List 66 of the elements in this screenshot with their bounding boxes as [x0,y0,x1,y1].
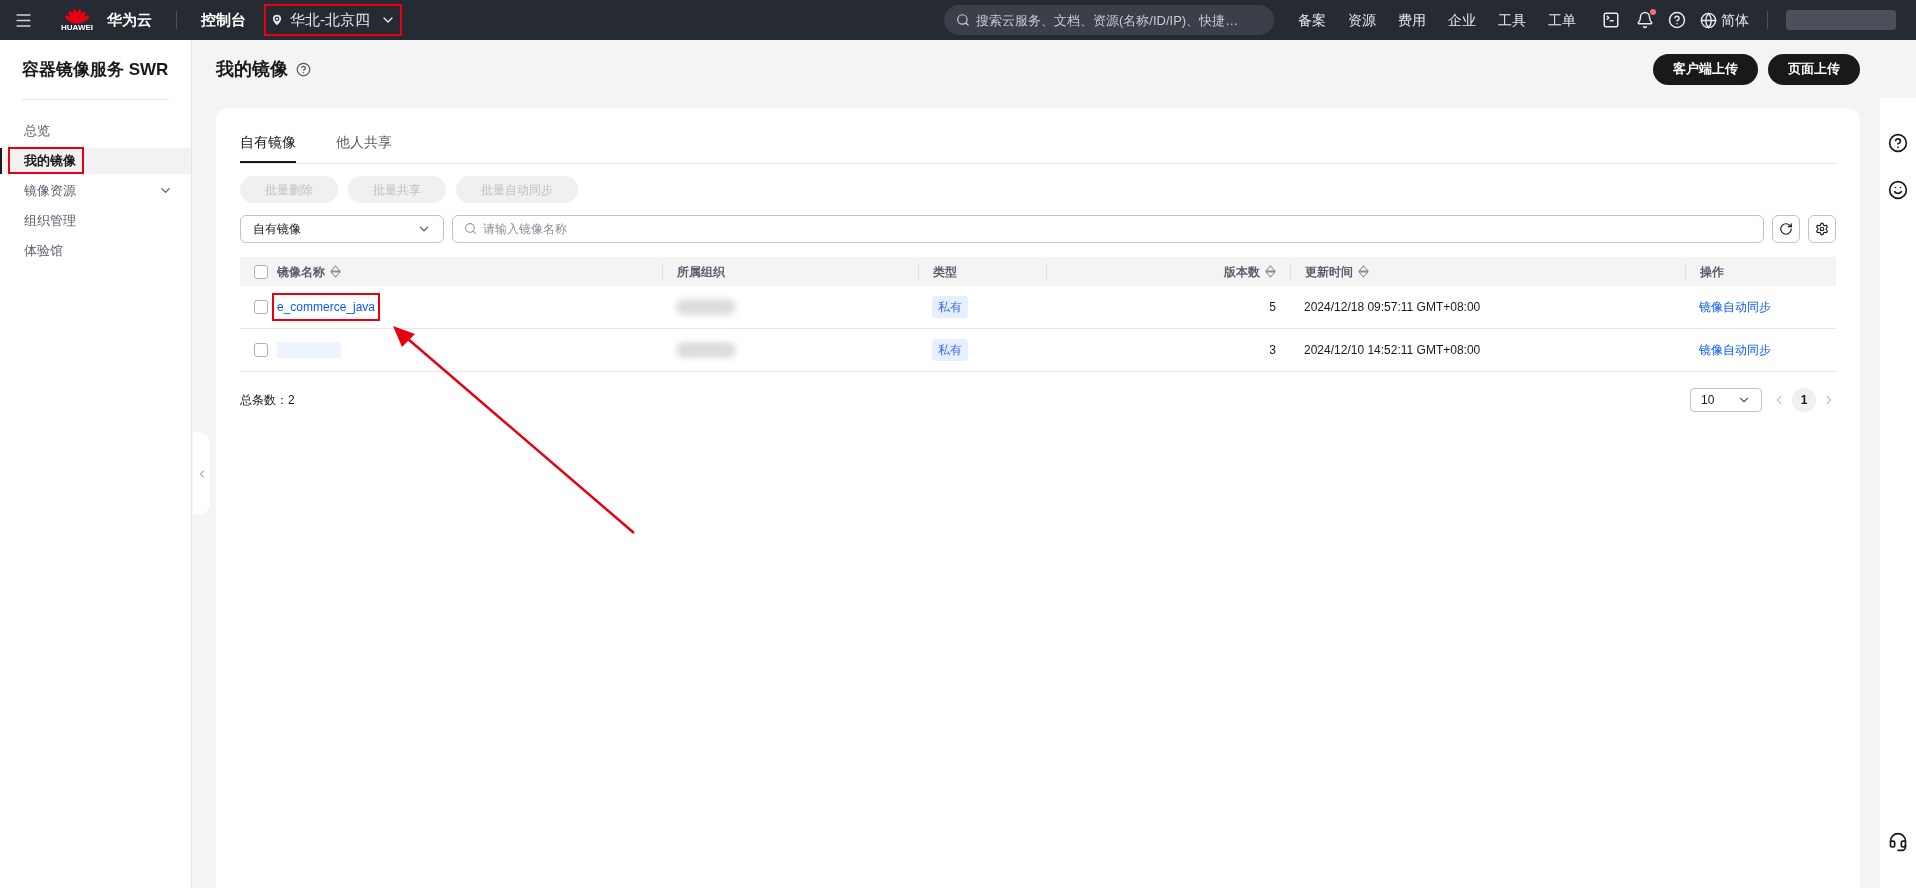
filter-dropdown[interactable]: 自有镜像 [240,215,444,243]
checkbox[interactable] [254,300,268,314]
sidebar-item[interactable]: 镜像资源 [0,177,191,204]
column-header[interactable]: 操作 [1700,262,1724,281]
help-icon[interactable] [1888,133,1908,153]
tab[interactable]: 他人共享 [336,132,392,163]
sidebar-item[interactable]: 我的镜像 [0,147,191,174]
column-header[interactable]: 版本数 [1224,262,1260,281]
region-selector[interactable]: 华北-北京四 [266,6,400,34]
globe-icon[interactable] [1700,11,1717,29]
nav-link[interactable]: 费用 [1398,9,1426,31]
sort-icon[interactable] [1358,265,1369,278]
help-icon[interactable] [296,61,311,77]
sort-icon[interactable] [330,265,341,278]
image-search-field[interactable]: 请输入镜像名称 [452,215,1764,243]
terminal-icon[interactable] [1602,11,1620,29]
brand-name[interactable]: 华为云 [107,8,152,32]
checkbox[interactable] [254,264,268,279]
sidebar-item[interactable]: 总览 [0,117,191,144]
collapse-handle[interactable] [193,432,210,515]
smiley-icon[interactable] [1888,180,1908,200]
settings-icon [1815,222,1829,236]
upload-button[interactable]: 页面上传 [1768,53,1860,85]
auto-sync-link[interactable]: 镜像自动同步 [1699,343,1771,357]
type-tag: 私有 [932,296,968,318]
flower-logo-icon [65,8,89,24]
search-icon [956,13,970,27]
settings-button[interactable] [1808,215,1836,243]
nav-link[interactable]: 企业 [1448,9,1476,31]
bell-icon[interactable] [1636,11,1654,29]
auto-sync-link[interactable]: 镜像自动同步 [1699,300,1771,314]
location-pin-icon [270,13,284,27]
checkbox[interactable] [254,343,268,357]
total-count: 总条数：2 [240,392,295,409]
language-label[interactable]: 简体 [1721,9,1749,31]
sidebar-item[interactable]: 组织管理 [0,207,191,234]
page-number[interactable]: 1 [1792,388,1816,412]
sort-icon[interactable] [1265,265,1276,278]
version-count: 5 [1269,300,1276,314]
sidebar-item[interactable]: 体验馆 [0,237,191,264]
updated-time: 2024/12/10 14:52:11 GMT+08:00 [1304,343,1481,357]
page-size-dropdown[interactable]: 10 [1690,388,1762,412]
column-header[interactable]: 类型 [933,262,957,281]
global-search-field[interactable]: 搜索云服务、文档、资源(名称/ID/IP)、快捷… [944,5,1274,35]
updated-time: 2024/12/18 09:57:11 GMT+08:00 [1304,300,1481,314]
nav-link[interactable]: 工具 [1498,9,1526,31]
refresh-button[interactable] [1772,215,1800,243]
console-link[interactable]: 控制台 [201,8,246,32]
nav-link[interactable]: 资源 [1348,9,1376,31]
blurred-text [676,299,736,315]
logo-caption: HUAWEI [61,24,93,32]
refresh-icon [1779,222,1793,236]
search-icon [464,222,477,235]
column-header[interactable]: 镜像名称 [277,262,325,281]
blurred-text [676,342,736,358]
upload-button[interactable]: 客户端上传 [1653,53,1758,85]
headset-icon[interactable] [1888,832,1908,852]
version-count: 3 [1269,343,1276,357]
service-title: 容器镜像服务 SWR [22,60,169,79]
column-header[interactable]: 更新时间 [1305,262,1353,281]
type-tag: 私有 [932,339,968,361]
tab[interactable]: 自有镜像 [240,132,296,163]
nav-link[interactable]: 工单 [1548,9,1576,31]
column-header[interactable]: 所属组织 [677,262,725,281]
nav-link[interactable]: 备案 [1298,9,1326,31]
page-title: 我的镜像 [216,57,288,81]
